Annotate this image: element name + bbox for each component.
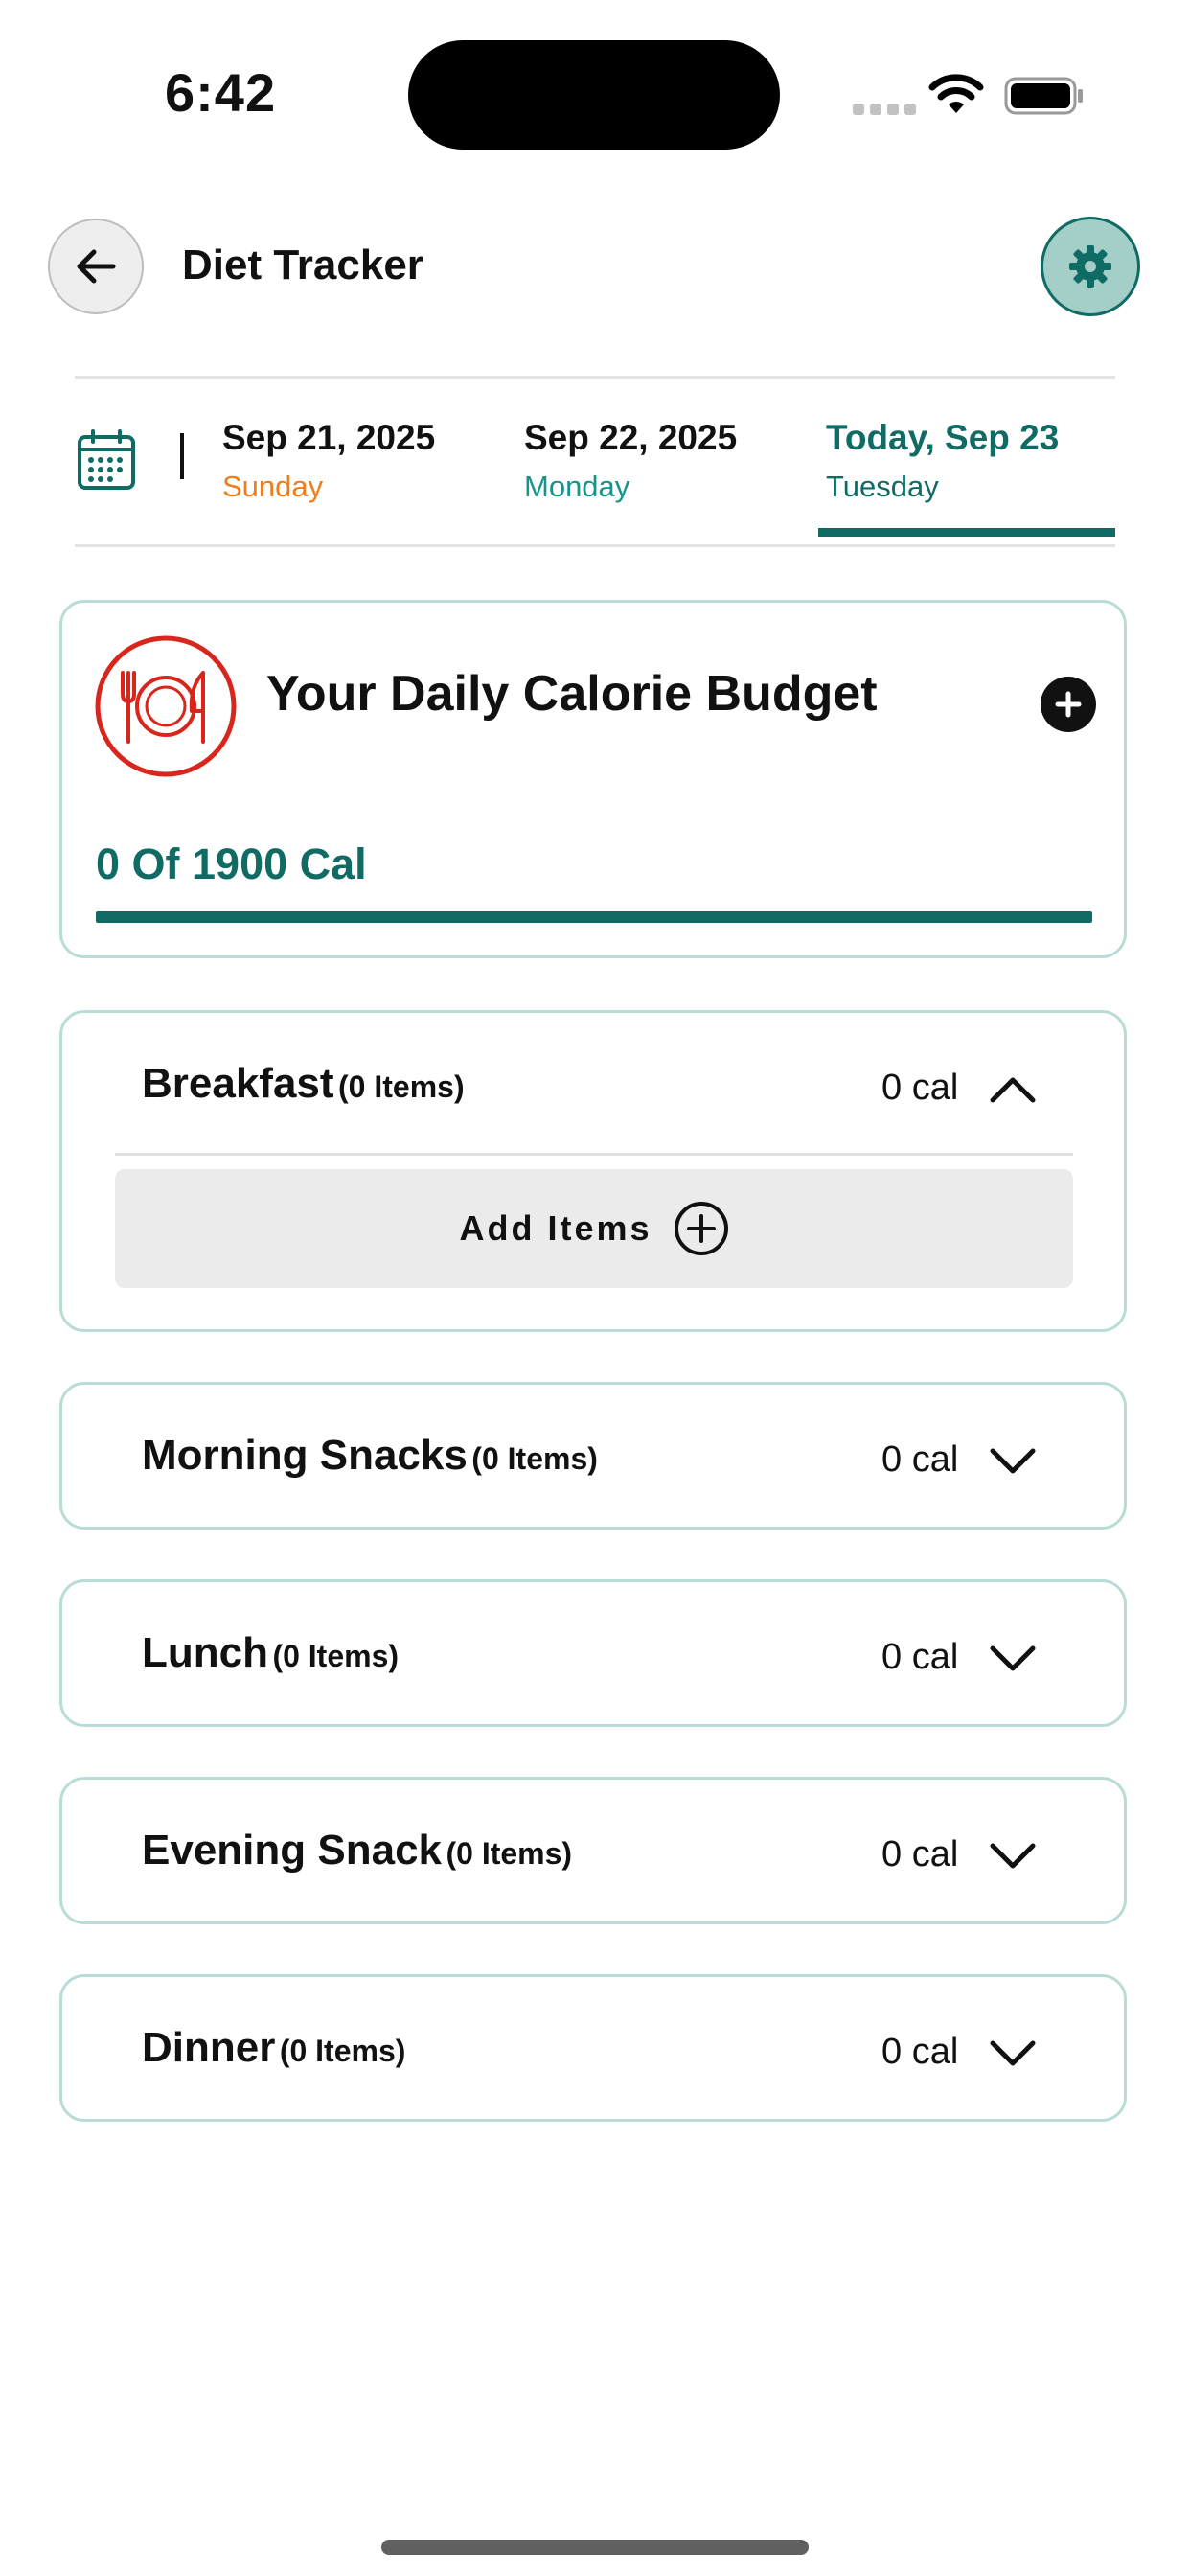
calorie-summary: 0 Of 1900 Cal xyxy=(96,840,367,888)
date-tab-today[interactable]: Today, Sep 23 Tuesday xyxy=(826,418,1059,504)
add-items-button[interactable]: Add Items xyxy=(115,1169,1073,1288)
gear-icon xyxy=(1069,245,1111,288)
meal-item-count: (0 Items) xyxy=(279,2034,406,2068)
date-tab-day: Sunday xyxy=(222,470,324,503)
dynamic-island xyxy=(408,40,780,150)
page-title: Diet Tracker xyxy=(182,242,423,288)
meal-item-count: (0 Items) xyxy=(446,1836,573,1871)
cellular-signal-icon xyxy=(853,104,916,115)
meal-header-evening-snack[interactable]: Evening Snack (0 Items) xyxy=(142,1827,572,1874)
chevron-down-icon[interactable] xyxy=(989,1842,1037,1871)
meal-calories: 0 cal xyxy=(881,1834,959,1874)
meal-header-breakfast[interactable]: Breakfast (0 Items) xyxy=(142,1060,465,1108)
meal-calories: 0 cal xyxy=(881,2032,959,2072)
meal-name: Morning Snacks xyxy=(142,1432,468,1479)
chevron-up-icon[interactable] xyxy=(989,1075,1037,1104)
date-tab-date: Today, Sep 23 xyxy=(826,418,1060,457)
meal-item-count: (0 Items) xyxy=(338,1070,465,1104)
add-calorie-button[interactable] xyxy=(1041,677,1096,732)
date-tab-sep-21[interactable]: Sep 21, 2025 Sunday xyxy=(222,418,435,504)
selected-tab-indicator xyxy=(818,528,1115,537)
calendar-icon[interactable] xyxy=(77,429,136,491)
settings-button[interactable] xyxy=(1041,217,1140,316)
meal-name: Evening Snack xyxy=(142,1827,443,1874)
breakfast-divider xyxy=(115,1153,1073,1156)
meal-item-count: (0 Items) xyxy=(272,1639,400,1673)
date-tab-day: Monday xyxy=(524,470,630,503)
plus-circle-icon xyxy=(674,1202,728,1255)
meal-calories: 0 cal xyxy=(881,1068,959,1108)
chevron-down-icon[interactable] xyxy=(989,2039,1037,2068)
date-tab-sep-22[interactable]: Sep 22, 2025 Monday xyxy=(524,418,737,504)
meal-item-count: (0 Items) xyxy=(471,1441,598,1476)
home-indicator[interactable] xyxy=(381,2540,809,2555)
back-button[interactable] xyxy=(48,218,144,314)
plus-icon xyxy=(1055,691,1082,718)
wifi-icon xyxy=(928,74,984,113)
meal-calories: 0 cal xyxy=(881,1439,959,1480)
chevron-down-icon[interactable] xyxy=(989,1644,1037,1673)
meal-header-morning-snacks[interactable]: Morning Snacks (0 Items) xyxy=(142,1432,598,1480)
battery-icon xyxy=(1004,77,1083,115)
chevron-down-icon[interactable] xyxy=(989,1447,1037,1476)
date-tab-date: Sep 22, 2025 xyxy=(524,418,738,457)
meal-name: Lunch xyxy=(142,1629,268,1676)
add-items-label: Add Items xyxy=(459,1208,652,1248)
meal-calories: 0 cal xyxy=(881,1637,959,1677)
divider-bottom xyxy=(75,544,1115,547)
meal-name: Breakfast xyxy=(142,1060,334,1107)
meal-header-dinner[interactable]: Dinner (0 Items) xyxy=(142,2024,405,2072)
plate-icon xyxy=(95,635,237,777)
date-tab-date: Sep 21, 2025 xyxy=(222,418,436,457)
meal-header-lunch[interactable]: Lunch (0 Items) xyxy=(142,1629,399,1677)
date-separator xyxy=(180,433,184,479)
meal-name: Dinner xyxy=(142,2024,276,2071)
calorie-budget-title: Your Daily Calorie Budget xyxy=(266,666,878,722)
divider-top xyxy=(75,376,1115,379)
arrow-left-icon xyxy=(77,249,116,284)
date-tab-day: Tuesday xyxy=(826,470,939,503)
status-time: 6:42 xyxy=(165,62,277,123)
calorie-progress-bar xyxy=(96,911,1092,923)
